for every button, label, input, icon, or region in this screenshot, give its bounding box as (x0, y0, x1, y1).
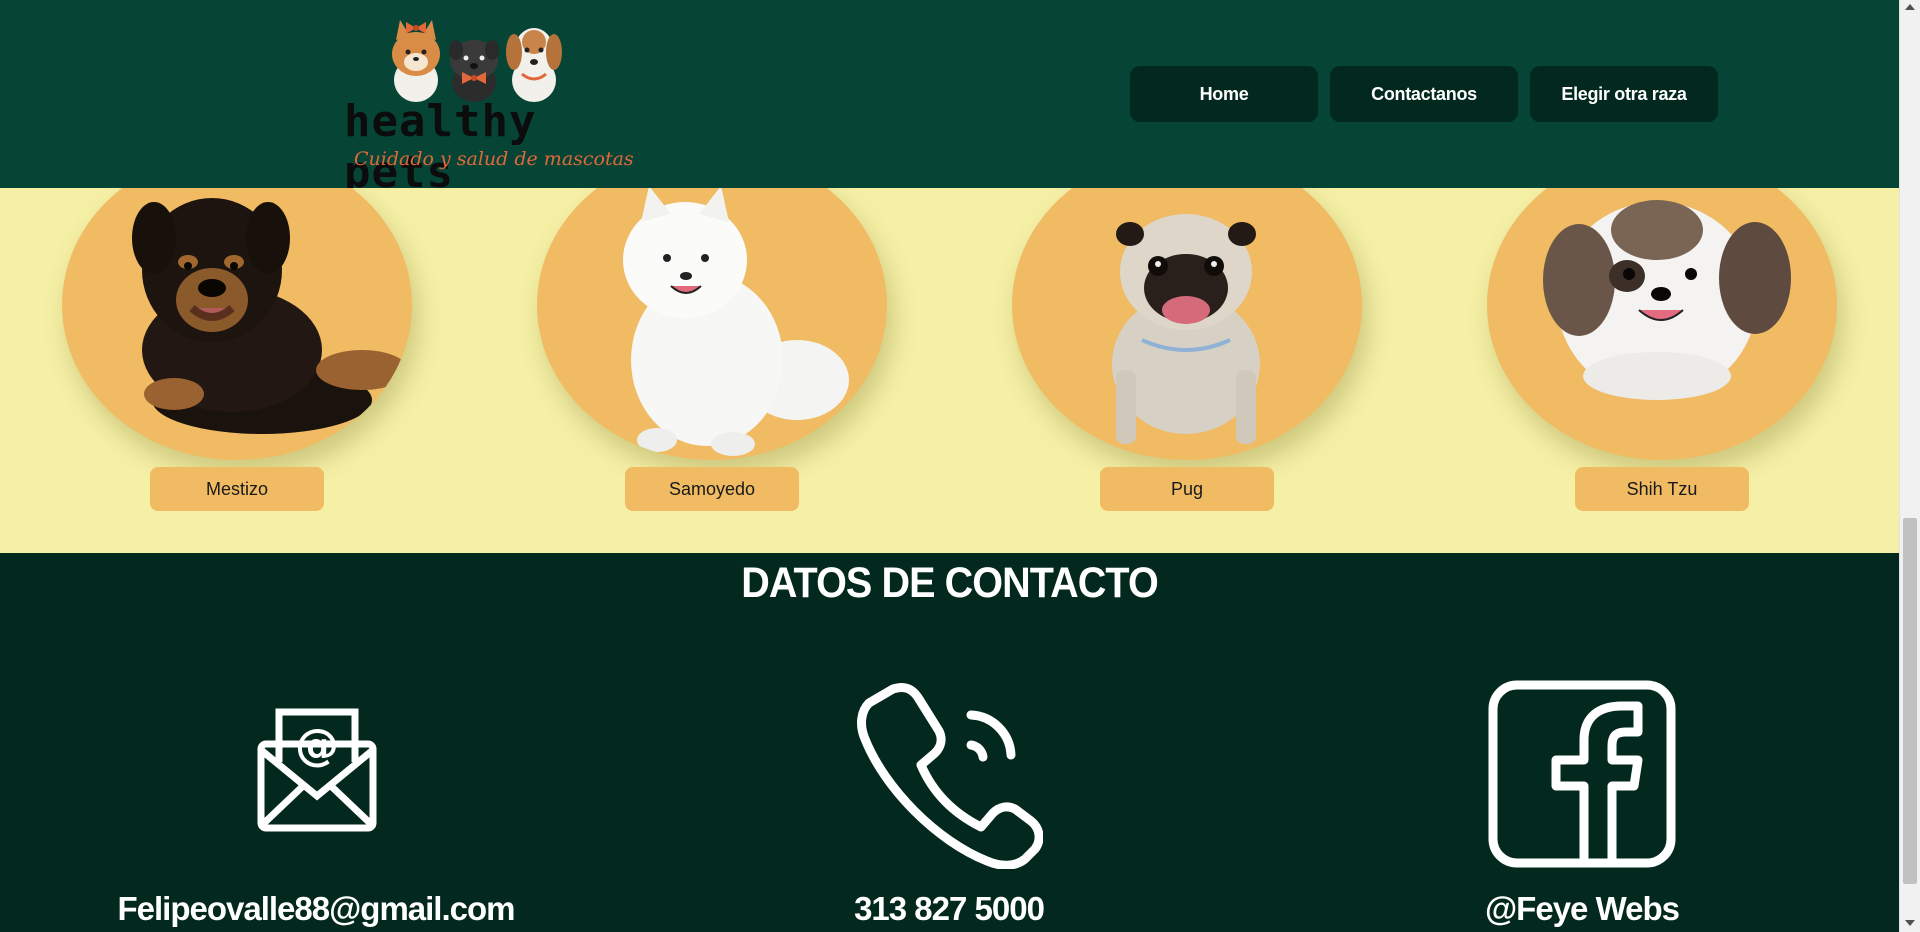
logo-dogs-illustration (392, 20, 562, 102)
breed-circle[interactable] (1012, 188, 1362, 460)
shih-tzu-dog-image (1543, 200, 1791, 400)
breed-card-shih-tzu: Shih Tzu (1487, 188, 1837, 553)
svg-text:@: @ (295, 720, 339, 771)
breed-button-samoyedo[interactable]: Samoyedo (625, 467, 799, 511)
breeds-section: Mestizo Samoyedo Pug Shih Tzu (0, 188, 1899, 553)
contact-email: @ Felipeovalle88@gmail.com (66, 553, 566, 932)
vertical-scrollbar[interactable] (1899, 0, 1920, 932)
breed-card-samoyedo: Samoyedo (537, 188, 887, 553)
breed-circle[interactable] (1487, 188, 1837, 460)
facebook-icon[interactable] (1488, 680, 1676, 868)
main-nav: Home Contactanos Elegir otra raza (1130, 66, 1718, 122)
contact-email-text[interactable]: Felipeovalle88@gmail.com (66, 889, 566, 929)
breed-button-pug[interactable]: Pug (1100, 467, 1274, 511)
logo-name: healthy pets (344, 96, 537, 198)
nav-contactanos-button[interactable]: Contactanos (1330, 66, 1518, 122)
phone-icon[interactable] (855, 681, 1043, 869)
nav-home-button[interactable]: Home (1130, 66, 1318, 122)
breed-card-pug: Pug (1012, 188, 1362, 553)
scroll-up-arrow-icon[interactable] (1905, 4, 1915, 10)
contact-phone: 313 827 5000 (699, 553, 1199, 932)
samoyed-dog-image (623, 188, 849, 456)
page: healthy pets Cuidado y salud de mascotas… (0, 0, 1899, 932)
email-icon[interactable]: @ (257, 708, 377, 832)
breed-card-mestizo: Mestizo (62, 188, 412, 553)
healthy-pets-logo[interactable]: healthy pets Cuidado y salud de mascotas (336, 14, 634, 198)
contact-facebook-text[interactable]: @Feye Webs (1332, 889, 1832, 929)
contact-phone-text[interactable]: 313 827 5000 (699, 889, 1199, 929)
logo-tagline: Cuidado y salud de mascotas (354, 148, 634, 170)
mestizo-dog-image (132, 198, 408, 434)
contact-facebook: @Feye Webs (1332, 553, 1832, 932)
site-header: healthy pets Cuidado y salud de mascotas… (0, 0, 1899, 198)
pug-dog-image (1112, 214, 1260, 444)
breed-circle[interactable] (62, 188, 412, 460)
breed-circle[interactable] (537, 188, 887, 460)
scrollbar-thumb[interactable] (1903, 518, 1917, 884)
contact-section: DATOS DE CONTACTO @ Felipeovalle88@gmail… (0, 553, 1899, 932)
scroll-down-arrow-icon[interactable] (1905, 920, 1915, 926)
breed-button-mestizo[interactable]: Mestizo (150, 467, 324, 511)
breed-button-shih-tzu[interactable]: Shih Tzu (1575, 467, 1749, 511)
nav-elegir-otra-raza-button[interactable]: Elegir otra raza (1530, 66, 1718, 122)
